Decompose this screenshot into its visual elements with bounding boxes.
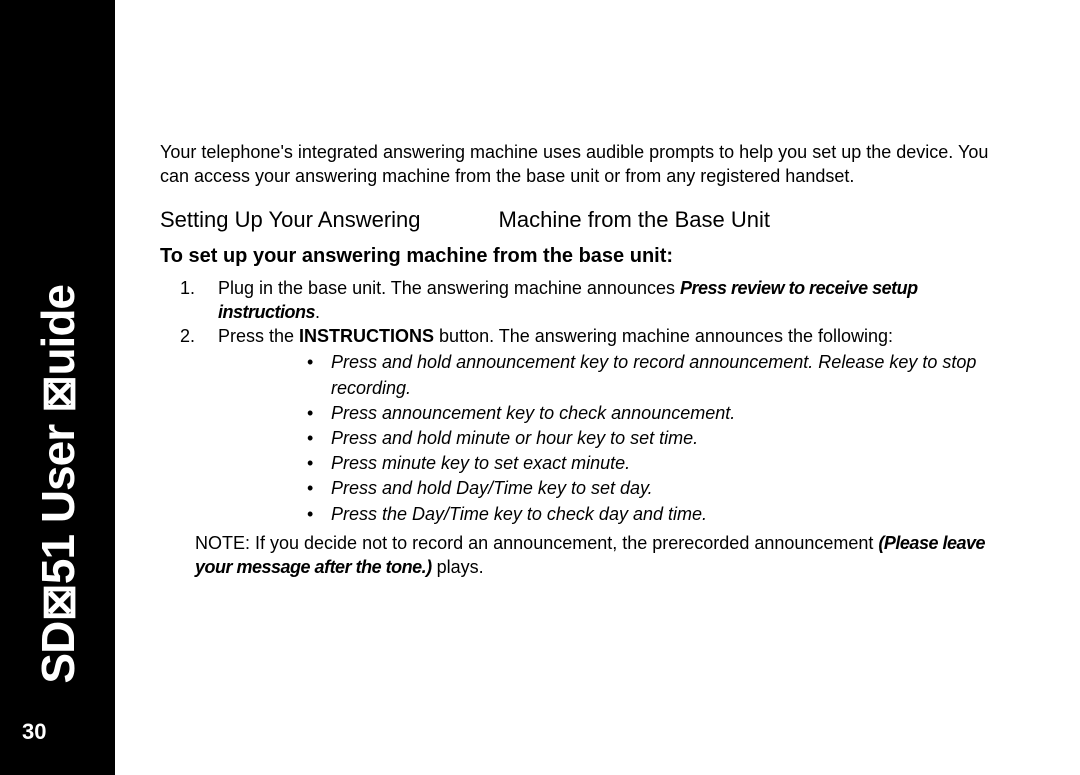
page-number: 30	[22, 719, 46, 745]
note-paragraph: NOTE: If you decide not to record an ann…	[195, 531, 1015, 580]
step1-text-a: Plug in the base unit. The answering mac…	[218, 278, 680, 298]
section-heading-part-a: Setting Up Your Answering	[160, 207, 421, 233]
bullet-item: Press the Day/Time key to check day and …	[303, 502, 1015, 527]
step-1: Plug in the base unit. The answering mac…	[200, 276, 1015, 325]
note-text-a: NOTE: If you decide not to record an ann…	[195, 533, 878, 553]
step2-strong: INSTRUCTIONS	[299, 326, 434, 346]
note-text-b: plays.	[432, 557, 484, 577]
subheading: To set up your answering machine from th…	[160, 245, 1015, 268]
intro-paragraph: Your telephone's integrated answering ma…	[160, 140, 1015, 189]
step-2: Press the INSTRUCTIONS button. The answe…	[200, 324, 1015, 527]
page-content: Your telephone's integrated answering ma…	[160, 140, 1015, 579]
section-heading: Setting Up Your Answering Machine from t…	[160, 207, 1015, 233]
step1-text-b: .	[315, 302, 320, 322]
step2-text-b: button. The answering machine announces …	[434, 326, 893, 346]
bullet-item: Press announcement key to check announce…	[303, 401, 1015, 426]
step2-text-a: Press the	[218, 326, 299, 346]
announcement-bullets: Press and hold announcement key to recor…	[303, 350, 1015, 526]
bullet-item: Press minute key to set exact minute.	[303, 451, 1015, 476]
bullet-item: Press and hold minute or hour key to set…	[303, 426, 1015, 451]
sidebar: SD⊠51 User ⊠uide 30	[0, 0, 115, 775]
steps-list: Plug in the base unit. The answering mac…	[190, 276, 1015, 527]
document-title: SD⊠51 User ⊠uide	[31, 285, 85, 684]
section-heading-part-b: Machine from the Base Unit	[499, 207, 770, 233]
bullet-item: Press and hold announcement key to recor…	[303, 350, 1015, 400]
bullet-item: Press and hold Day/Time key to set day.	[303, 476, 1015, 501]
